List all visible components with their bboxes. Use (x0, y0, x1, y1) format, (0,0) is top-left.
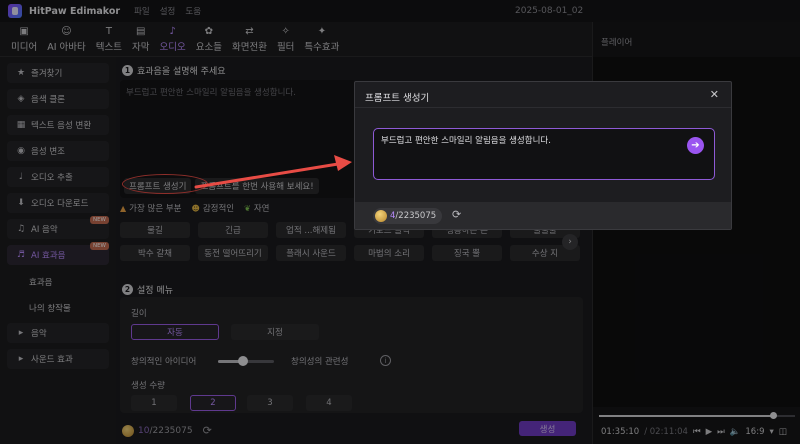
dialog-title: 프롬프트 생성기 (365, 93, 430, 104)
close-icon[interactable]: ✕ (710, 88, 719, 101)
refresh-icon[interactable]: ⟳ (452, 208, 461, 221)
dialog-prompt-input[interactable]: 부드럽고 편안한 스마일리 알림음을 생성합니다. (373, 128, 715, 180)
prompt-generator-dialog: 프롬프트 생성기 ✕ 부드럽고 편안한 스마일리 알림음을 생성합니다. ➔ 4… (354, 81, 732, 230)
dialog-credit-total: /2235075 (395, 211, 437, 221)
dialog-divider (355, 107, 731, 108)
send-arrow-icon[interactable]: ➔ (687, 137, 704, 154)
coin-icon (375, 210, 387, 222)
dialog-credit-counter: 4/2235075 (373, 208, 443, 224)
